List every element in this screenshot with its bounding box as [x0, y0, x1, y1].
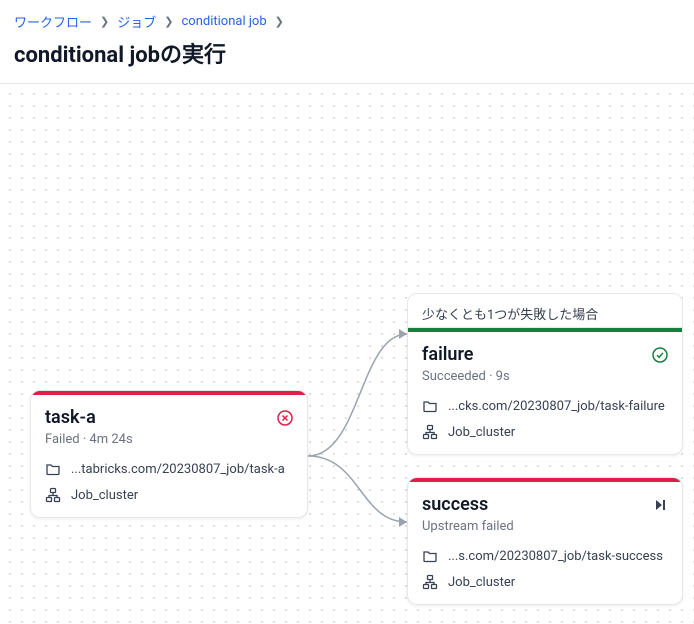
page-title: conditional jobの実行 [14, 37, 680, 69]
node-cluster: Job_cluster [448, 575, 515, 590]
chevron-right-icon: ❯ [100, 15, 109, 28]
node-cluster: Job_cluster [448, 425, 515, 440]
folder-icon [45, 461, 61, 477]
node-path: ...s.com/20230807_job/task-success [448, 549, 663, 564]
breadcrumb-workflow[interactable]: ワークフロー [14, 12, 92, 31]
node-title: failure [422, 344, 473, 365]
node-condition-label: 少なくとも1つが失敗した場合 [407, 293, 683, 331]
node-task-a[interactable]: task-a Failed · 4m 24s ...tabricks.com/2… [30, 390, 308, 518]
node-status: Succeeded · 9s [422, 369, 668, 384]
page-header: ワークフロー ❯ ジョブ ❯ conditional job ❯ conditi… [0, 0, 694, 84]
node-status: Failed · 4m 24s [45, 432, 293, 447]
failed-icon [277, 410, 293, 426]
chevron-right-icon: ❯ [164, 15, 173, 28]
folder-icon [422, 398, 438, 414]
cluster-icon [422, 574, 438, 590]
node-failure[interactable]: failure Succeeded · 9s ...cks.com/202308… [407, 327, 683, 455]
node-status: Upstream failed [422, 519, 668, 534]
node-title: success [422, 494, 488, 515]
succeeded-icon [652, 347, 668, 363]
cluster-icon [422, 424, 438, 440]
skipped-icon [652, 497, 668, 513]
breadcrumb-job-name[interactable]: conditional job [181, 14, 266, 29]
breadcrumb: ワークフロー ❯ ジョブ ❯ conditional job ❯ [14, 12, 680, 31]
chevron-right-icon: ❯ [275, 15, 284, 28]
node-success[interactable]: success Upstream failed ...s.com/2023080… [407, 477, 683, 605]
cluster-icon [45, 487, 61, 503]
breadcrumb-jobs[interactable]: ジョブ [117, 12, 156, 31]
workflow-canvas[interactable]: task-a Failed · 4m 24s ...tabricks.com/2… [0, 84, 694, 624]
node-cluster: Job_cluster [71, 488, 138, 503]
node-path: ...cks.com/20230807_job/task-failure [448, 399, 665, 414]
node-path: ...tabricks.com/20230807_job/task-a [71, 462, 285, 477]
folder-icon [422, 548, 438, 564]
node-title: task-a [45, 407, 96, 428]
